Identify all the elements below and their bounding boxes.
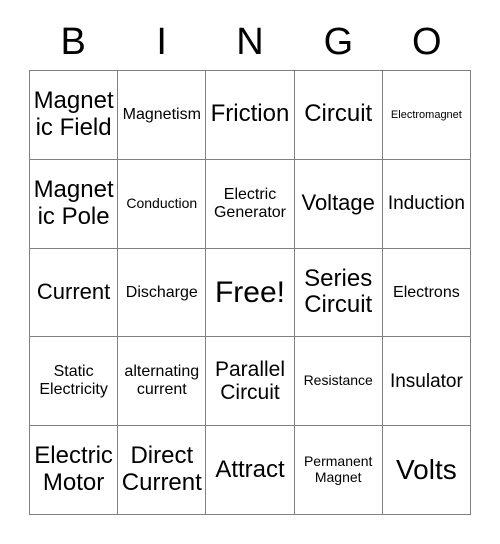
bingo-cell-r4-c3[interactable]: Parallel Circuit	[206, 337, 295, 427]
bingo-cell-label: alternating current	[124, 363, 200, 399]
bingo-cell-label: Circuit	[304, 100, 373, 128]
bingo-cell-r1-c3[interactable]: Friction	[206, 71, 295, 160]
bingo-cell-r4-c2[interactable]: alternating current	[118, 337, 207, 427]
bingo-cell-label: Attract	[215, 455, 285, 483]
bingo-cell-r5-c4[interactable]: Permanent Magnet	[294, 426, 383, 515]
bingo-cell-r2-c1[interactable]: Magnetic Pole	[30, 159, 119, 249]
bingo-cell-r3-c1[interactable]: Current	[30, 248, 119, 338]
bingo-cell-label: Parallel Circuit	[214, 357, 286, 405]
bingo-cell-free[interactable]: Free!	[206, 248, 295, 338]
bingo-cell-label: Electric Generator	[213, 185, 287, 221]
bingo-cell-label: Volts	[396, 454, 457, 486]
bingo-cell-label: Magnetic Pole	[33, 175, 114, 230]
bingo-header-letter-b: B	[60, 21, 86, 63]
bingo-card: B I N G O Magnetic Field Magnetism Friction Cir…	[0, 0, 500, 544]
bingo-cell-label: Electric Motor	[34, 442, 113, 497]
bingo-cell-label: Electrons	[393, 283, 460, 301]
bingo-cell-r2-c2[interactable]: Conduction	[118, 159, 207, 249]
bingo-cell-label: Induction	[387, 193, 465, 215]
bingo-cell-r1-c5[interactable]: Electromagnet	[382, 71, 471, 160]
bingo-cell-label: Permanent Magnet	[303, 453, 373, 486]
bingo-cell-label: Conduction	[126, 194, 198, 211]
bingo-cell-r5-c1[interactable]: Electric Motor	[30, 426, 119, 515]
bingo-cell-label: Friction	[210, 100, 290, 128]
bingo-cell-r1-c4[interactable]: Circuit	[294, 71, 383, 160]
bingo-cell-r2-c4[interactable]: Voltage	[294, 159, 383, 249]
bingo-cell-r2-c5[interactable]: Induction	[382, 159, 471, 249]
bingo-cell-r3-c5[interactable]: Electrons	[382, 248, 471, 338]
bingo-cell-r1-c2[interactable]: Magnetism	[118, 71, 207, 160]
bingo-cell-r3-c2[interactable]: Discharge	[118, 248, 207, 338]
bingo-cell-label: Direct Current	[121, 442, 202, 497]
bingo-cell-r3-c4[interactable]: Series Circuit	[294, 248, 383, 338]
bingo-header-letter-i: I	[156, 21, 167, 63]
bingo-cell-label: Magnetic Field	[33, 87, 114, 141]
bingo-header: BINGO	[29, 14, 471, 70]
bingo-header-letter-o: O	[412, 21, 442, 63]
bingo-cell-r5-c3[interactable]: Attract	[206, 426, 295, 515]
bingo-cell-label: Electromagnet	[390, 108, 462, 121]
bingo-cell-r4-c5[interactable]: Insulator	[382, 337, 471, 427]
bingo-cell-label: Magnetism	[122, 105, 201, 123]
bingo-cell-label: Insulator	[389, 370, 463, 392]
bingo-cell-r2-c3[interactable]: Electric Generator	[206, 159, 295, 249]
bingo-cell-r1-c1[interactable]: Magnetic Field	[30, 71, 119, 160]
bingo-cell-r5-c5[interactable]: Volts	[382, 426, 471, 515]
bingo-cell-label: Resistance	[303, 372, 373, 389]
bingo-cell-r5-c2[interactable]: Direct Current	[118, 426, 207, 515]
bingo-cell-label: Voltage	[301, 190, 375, 216]
bingo-cell-label: Free!	[214, 275, 285, 309]
bingo-cell-label: Discharge	[125, 283, 198, 301]
bingo-cell-label: Current	[36, 279, 111, 305]
bingo-cell-label: Series Circuit	[304, 264, 373, 319]
bingo-cell-label: Static Electricity	[39, 363, 108, 399]
bingo-grid: Magnetic Field Magnetism Friction Circuit El…	[29, 70, 471, 515]
bingo-cell-r4-c4[interactable]: Resistance	[294, 337, 383, 427]
bingo-header-letter-n: N	[236, 21, 264, 63]
bingo-cell-r4-c1[interactable]: Static Electricity	[30, 337, 119, 427]
bingo-header-letter-g: G	[323, 21, 354, 63]
